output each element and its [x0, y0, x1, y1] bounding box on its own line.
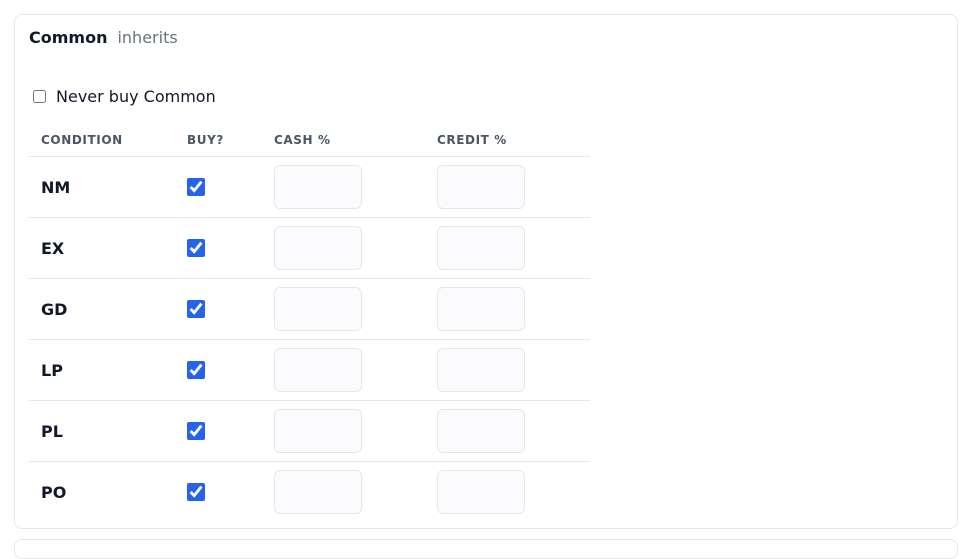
next-section-card [14, 539, 958, 559]
table-row: PL [29, 400, 590, 462]
table-row: EX [29, 217, 590, 279]
credit-column-header: CREDIT % [425, 123, 590, 157]
cash-percent-input[interactable] [274, 470, 362, 514]
buy-column-header: BUY? [175, 123, 262, 157]
cash-percent-input[interactable] [274, 409, 362, 453]
credit-percent-input[interactable] [437, 165, 525, 209]
condition-label: GD [41, 299, 68, 319]
condition-column-header: CONDITION [29, 123, 175, 157]
condition-label: LP [41, 360, 63, 380]
common-condition-card: Common inherits Never buy Common CONDITI… [14, 14, 958, 529]
credit-percent-input[interactable] [437, 226, 525, 270]
credit-percent-input[interactable] [437, 470, 525, 514]
never-buy-checkbox[interactable] [33, 90, 46, 103]
inherits-note: inherits [117, 28, 178, 47]
buy-checkbox[interactable] [187, 483, 205, 501]
cash-percent-input[interactable] [274, 348, 362, 392]
credit-percent-input[interactable] [437, 409, 525, 453]
condition-label: NM [41, 177, 71, 197]
buy-checkbox[interactable] [187, 178, 205, 196]
cash-percent-input[interactable] [274, 226, 362, 270]
table-row: GD [29, 278, 590, 340]
condition-label: PL [41, 421, 63, 441]
never-buy-label: Never buy Common [56, 87, 216, 106]
table-row: LP [29, 339, 590, 401]
condition-table: CONDITION BUY? CASH % CREDIT % NM EX GD [29, 123, 590, 522]
condition-label: PO [41, 482, 67, 502]
credit-percent-input[interactable] [437, 287, 525, 331]
table-row: PO [29, 462, 590, 523]
credit-percent-input[interactable] [437, 348, 525, 392]
never-buy-row[interactable]: Never buy Common [33, 87, 216, 106]
buy-checkbox[interactable] [187, 422, 205, 440]
table-header-row: CONDITION BUY? CASH % CREDIT % [29, 123, 590, 157]
buy-checkbox[interactable] [187, 239, 205, 257]
card-header: Common inherits [29, 28, 178, 47]
buy-checkbox[interactable] [187, 300, 205, 318]
cash-percent-input[interactable] [274, 287, 362, 331]
cash-percent-input[interactable] [274, 165, 362, 209]
buy-checkbox[interactable] [187, 361, 205, 379]
cash-column-header: CASH % [262, 123, 425, 157]
table-row: NM [29, 156, 590, 218]
condition-label: EX [41, 238, 65, 258]
section-title: Common [29, 28, 108, 47]
